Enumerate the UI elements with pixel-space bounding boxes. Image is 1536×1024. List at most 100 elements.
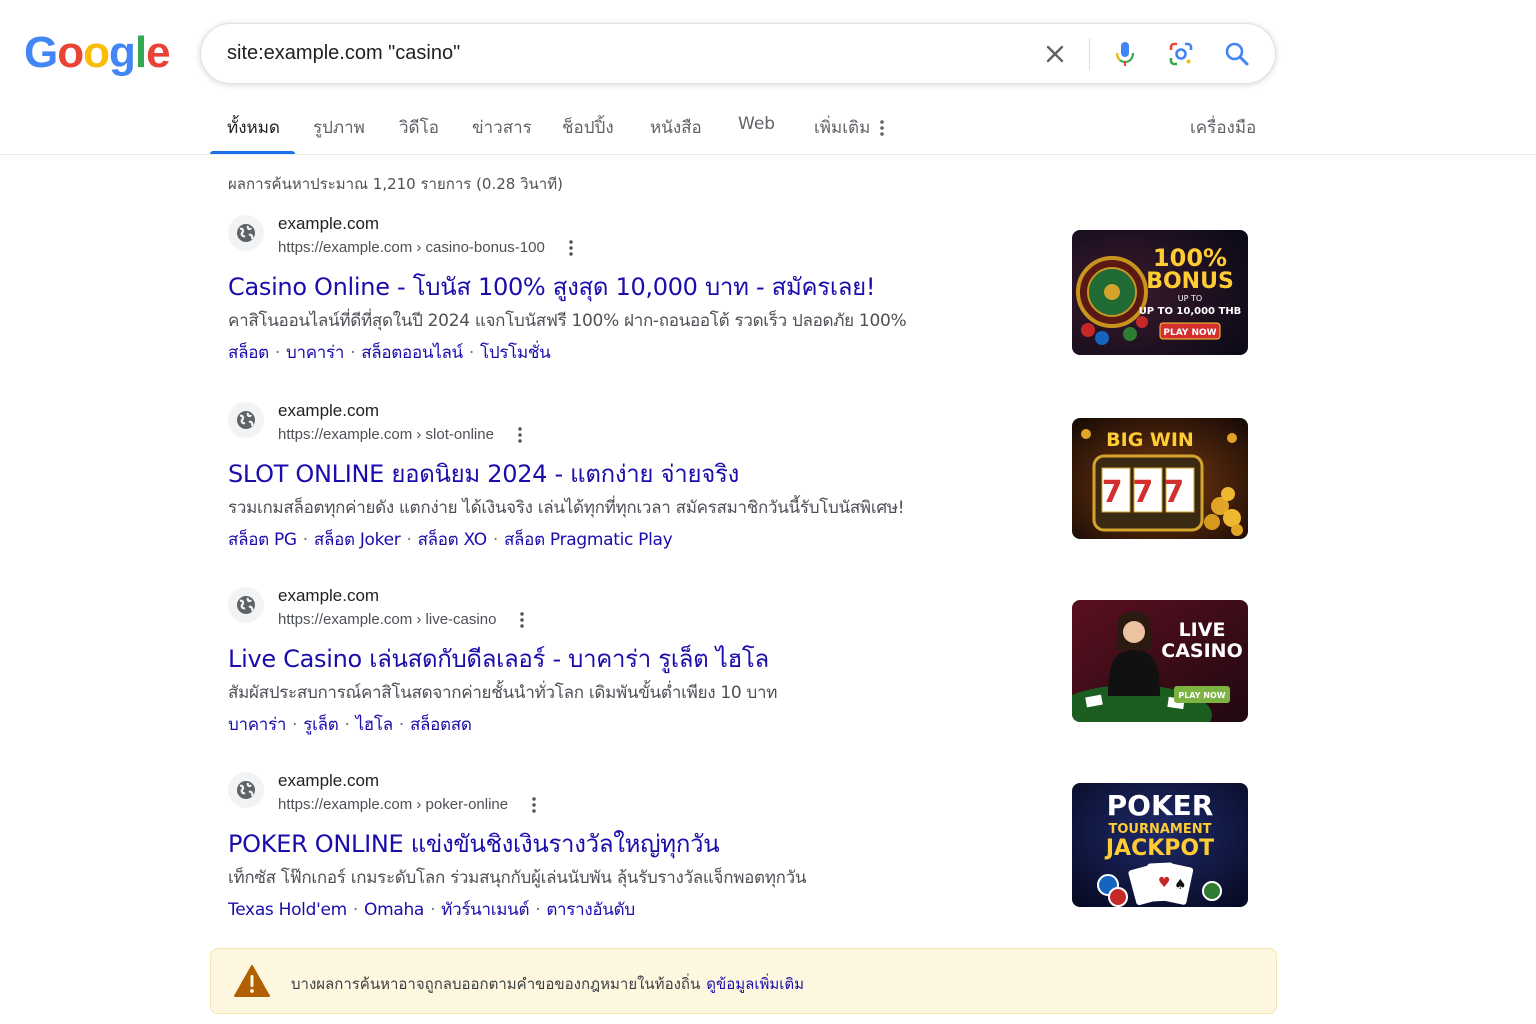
logo-letter: e [146, 28, 171, 77]
sitelink[interactable]: ไฮโล [356, 715, 394, 735]
site-url[interactable]: https://example.com › live-casino [278, 611, 525, 628]
legal-notice: บางผลการค้นหาอาจถูกลบออกตามคำขอของกฎหมาย… [210, 948, 1277, 1014]
result-stats: ผลการค้นหาประมาณ 1,210 รายการ (0.28 วินา… [228, 175, 563, 193]
sitelink[interactable]: ทัวร์นาเมนต์ [441, 900, 529, 920]
result-thumbnail[interactable]: POKER TOURNAMENT JACKPOT ♥ ♠ [1072, 783, 1248, 907]
search-tabs: ทั้งหมด รูปภาพ วิดีโอ ข่าวสาร ช็อปปิ้ง ห… [0, 100, 1536, 155]
sitelinks: บาคาร่า · รูเล็ต · ไฮโล · สล็อตสด [228, 715, 472, 735]
result-snippet: คาสิโนออนไลน์ที่ดีที่สุดในปี 2024 แจกโบน… [228, 311, 907, 331]
tab-more-label: เพิ่มเติม [814, 118, 871, 138]
thumb-text: 100% [1153, 244, 1227, 272]
result-title-link[interactable]: SLOT ONLINE ยอดนิยม 2024 - แตกง่าย จ่ายจ… [228, 454, 739, 493]
logo-letter: l [134, 28, 147, 77]
result-thumbnail[interactable]: LIVE CASINO PLAY NOW [1072, 600, 1248, 722]
sitelink[interactable]: สล็อต Pragmatic Play [504, 530, 673, 550]
sitelink[interactable]: สล็อต [228, 343, 269, 363]
tab-videos[interactable]: วิดีโอ [399, 114, 439, 141]
tab-more[interactable]: เพิ่มเติม [814, 114, 885, 141]
more-vert-icon[interactable] [518, 426, 522, 443]
microphone-icon[interactable] [1109, 38, 1141, 70]
tab-shopping[interactable]: ช็อปปิ้ง [562, 114, 614, 141]
search-result: example.com https://example.com › poker-… [228, 771, 1048, 922]
search-input[interactable] [227, 24, 1007, 83]
sitelink[interactable]: Texas Hold'em [228, 900, 347, 920]
url-text: https://example.com › live-casino [278, 611, 497, 628]
result-snippet: รวมเกมสล็อตทุกค่ายดัง แตกง่าย ได้เงินจริ… [228, 498, 905, 518]
sitelink[interactable]: บาคาร่า [286, 343, 344, 363]
sitelink[interactable]: สล็อต Joker [314, 530, 401, 550]
tab-books[interactable]: หนังสือ [650, 114, 702, 141]
site-name[interactable]: example.com [278, 214, 379, 234]
notice-text: บางผลการค้นหาอาจถูกลบออกตามคำขอของกฎหมาย… [291, 972, 804, 996]
globe-icon [228, 215, 264, 251]
site-url[interactable]: https://example.com › poker-online [278, 796, 536, 813]
site-name[interactable]: example.com [278, 771, 379, 791]
active-tab-indicator [210, 151, 295, 154]
sitelink[interactable]: รูเล็ต [303, 715, 339, 735]
search-result: example.com https://example.com › live-c… [228, 586, 1048, 737]
thumb-text: 777 [1102, 475, 1195, 510]
site-name[interactable]: example.com [278, 401, 379, 421]
site-url[interactable]: https://example.com › casino-bonus-100 [278, 239, 573, 256]
sitelinks: Texas Hold'em · Omaha · ทัวร์นาเมนต์ · ตารางอั… [228, 900, 635, 920]
sitelink[interactable]: โปรโมชั่น [480, 343, 551, 363]
close-icon[interactable] [1039, 38, 1071, 70]
thumb-text: TOURNAMENT [1109, 822, 1212, 837]
thumb-text: BONUS [1146, 269, 1234, 294]
learn-more-link[interactable]: ดูข้อมูลเพิ่มเติม [706, 975, 804, 993]
sitelink[interactable]: สล็อตออนไลน์ [361, 343, 463, 363]
url-text: https://example.com › slot-online [278, 426, 494, 443]
result-title-link[interactable]: POKER ONLINE แข่งขันชิงเงินรางวัลใหญ่ทุก… [228, 824, 720, 863]
tools-button[interactable]: เครื่องมือ [1190, 114, 1256, 141]
tab-web[interactable]: Web [738, 114, 775, 134]
result-title-link[interactable]: Casino Online - โบนัส 100% สูงสุด 10,000… [228, 267, 876, 306]
thumb-text: UP TO [1178, 294, 1202, 303]
search-result: example.com https://example.com › slot-o… [228, 401, 1048, 552]
search-result: example.com https://example.com › casino… [228, 214, 1048, 365]
globe-icon [228, 772, 264, 808]
thumb-text: PLAY NOW [1163, 328, 1216, 338]
result-title-link[interactable]: Live Casino เล่นสดกับดีลเลอร์ - บาคาร่า … [228, 639, 769, 678]
thumb-text: JACKPOT [1104, 836, 1214, 861]
notice-message: บางผลการค้นหาอาจถูกลบออกตามคำขอของกฎหมาย… [291, 975, 701, 993]
result-snippet: เท็กซัส โฟ๊กเกอร์ เกมระดับโลก ร่วมสนุกกั… [228, 868, 807, 888]
search-icon[interactable] [1221, 38, 1253, 70]
sitelink[interactable]: สล็อตสด [410, 715, 472, 735]
site-name[interactable]: example.com [278, 586, 379, 606]
site-url[interactable]: https://example.com › slot-online [278, 426, 522, 443]
thumb-text: PLAY NOW [1178, 691, 1225, 700]
search-box [200, 23, 1276, 84]
logo-letter: o [83, 28, 110, 77]
tab-news[interactable]: ข่าวสาร [472, 114, 532, 141]
url-text: https://example.com › casino-bonus-100 [278, 239, 545, 256]
thumb-text: BIG WIN [1106, 429, 1194, 451]
more-vert-icon [880, 120, 885, 136]
svg-text:♠: ♠ [1174, 877, 1187, 893]
logo-letter: G [24, 28, 58, 77]
svg-text:♥: ♥ [1158, 875, 1171, 891]
logo-letter: o [57, 28, 84, 77]
globe-icon [228, 587, 264, 623]
sitelink[interactable]: ตารางอันดับ [546, 900, 635, 920]
google-logo[interactable]: Google [24, 28, 171, 77]
sitelinks: สล็อต PG · สล็อต Joker · สล็อต XO · สล็อต Prag… [228, 530, 673, 550]
more-vert-icon[interactable] [520, 611, 525, 628]
thumb-text: POKER [1107, 789, 1214, 822]
tab-all[interactable]: ทั้งหมด [227, 114, 280, 141]
result-snippet: สัมผัสประสบการณ์คาสิโนสดจากค่ายชั้นนำทั่… [228, 683, 778, 703]
sitelinks: สล็อต · บาคาร่า · สล็อตออนไลน์ · โปรโมชั่น [228, 343, 551, 363]
sitelink[interactable]: Omaha [364, 900, 424, 920]
thumb-text: LIVE [1179, 619, 1226, 641]
thumb-text: UP TO 10,000 THB [1139, 306, 1242, 317]
result-thumbnail[interactable]: 100% BONUS UP TO UP TO 10,000 THB PLAY N… [1072, 230, 1248, 355]
more-vert-icon[interactable] [569, 239, 573, 256]
sitelink[interactable]: สล็อต PG [228, 530, 297, 550]
tab-images[interactable]: รูปภาพ [313, 114, 365, 141]
thumb-text: CASINO [1161, 640, 1242, 662]
sitelink[interactable]: บาคาร่า [228, 715, 286, 735]
search-divider [1089, 38, 1090, 70]
sitelink[interactable]: สล็อต XO [418, 530, 488, 550]
lens-icon[interactable] [1165, 38, 1197, 70]
more-vert-icon[interactable] [532, 796, 536, 813]
result-thumbnail[interactable]: BIG WIN 777 [1072, 418, 1248, 539]
